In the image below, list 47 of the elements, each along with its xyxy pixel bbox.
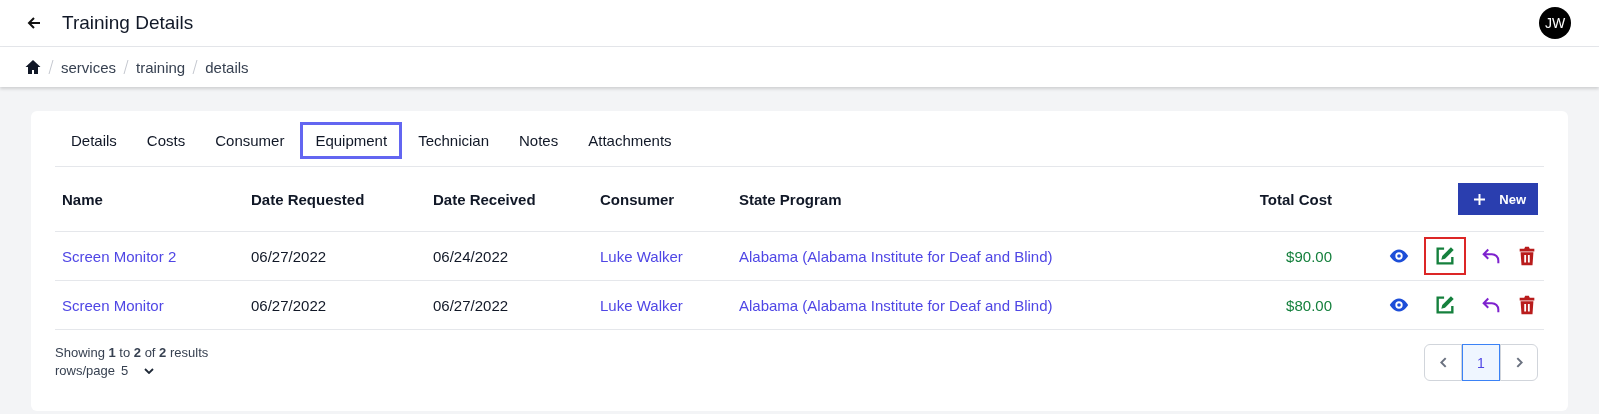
breadcrumb-link[interactable]: details [205,58,249,76]
state-program-link[interactable]: Alabama (Alabama Institute for Deaf and Blind) [739,247,1192,265]
plus-icon [1474,193,1486,205]
page-title: Training Details [62,12,195,34]
breadcrumb-separator [192,60,199,74]
new-button[interactable]: New [1458,183,1538,215]
edit-icon [1434,294,1456,316]
tab[interactable]: Equipment [300,122,403,159]
consumer-link[interactable]: Luke Walker [600,296,739,314]
tab[interactable]: Costs [132,122,200,159]
rows-per-page-select[interactable]: 5 [121,362,155,380]
equipment-link[interactable]: Screen Monitor 2 [62,247,251,265]
tab[interactable]: Consumer [201,122,299,159]
rows-per-page-label: rows/page [55,362,115,380]
table-cell-text: 06/24/2022 [433,247,510,265]
column-header: Date Requested [251,190,366,208]
column-header: Total Cost [1258,190,1332,208]
home-icon[interactable] [25,59,41,75]
table-cell-text: 06/27/2022 [251,247,328,265]
edit-button[interactable] [1424,237,1466,275]
edit-icon [1434,245,1456,267]
page-button[interactable]: 1 [1462,344,1500,381]
total-cost: $80.00 [1285,296,1332,314]
tab[interactable]: Details [57,122,131,159]
equipment-link[interactable]: Screen Monitor [62,296,251,314]
table-cell-text: 06/27/2022 [251,296,328,314]
breadcrumb-separator [48,60,54,74]
breadcrumb-separator [123,60,129,74]
user-avatar[interactable]: JW [1539,7,1571,39]
breadcrumb-link[interactable]: training [136,58,186,76]
tab[interactable]: Technician [404,122,503,159]
consumer-link[interactable]: Luke Walker [600,247,739,265]
column-header: State Program [739,190,843,208]
column-header: Consumer [600,190,676,208]
chevron-down-icon [144,368,155,374]
tab[interactable]: Attachments [574,122,686,159]
results-summary: Showing 1 to 2 of 2 results [55,344,209,362]
chevron-left-icon [1439,357,1447,368]
chevron-right-icon [1515,357,1523,368]
total-cost: $90.00 [1285,247,1332,265]
column-header: Date Received [433,190,537,208]
back-arrow-icon[interactable] [26,15,42,31]
tab[interactable]: Notes [505,122,573,159]
table-cell-text: 06/27/2022 [433,296,510,314]
column-header: Name [62,190,104,208]
state-program-link[interactable]: Alabama (Alabama Institute for Deaf and Blind) [739,296,1192,314]
breadcrumb-link[interactable]: services [61,58,116,76]
